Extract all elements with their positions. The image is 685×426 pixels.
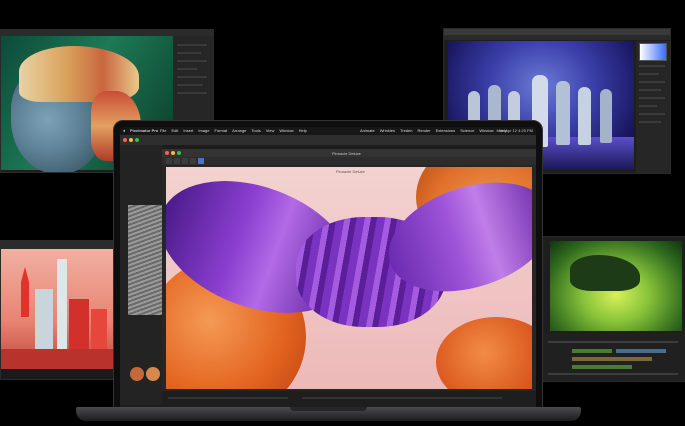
render-window: [0, 240, 116, 380]
menu-science[interactable]: Science: [460, 128, 474, 133]
menu-bar: ● Pixelmator Pro File Edit Insert Image Form…: [120, 127, 536, 135]
vehicle-silhouette: [570, 255, 640, 291]
dancer-figure: [600, 89, 612, 143]
render-window-timeline: [1, 369, 115, 379]
orange-blob: [436, 317, 532, 389]
status-bar: [162, 391, 536, 407]
canvas[interactable]: Pinnacle Deluxe: [166, 167, 532, 389]
laptop-base: [76, 407, 581, 421]
zoom-dot[interactable]: [177, 151, 181, 155]
dancer-figure: [556, 81, 570, 145]
dancer-figure: [578, 87, 591, 145]
menu-animate[interactable]: Animate: [360, 128, 375, 133]
menu-edit[interactable]: Edit: [171, 128, 178, 133]
tower-spire: [21, 267, 29, 317]
menu-file[interactable]: File: [160, 128, 166, 133]
menu-image[interactable]: Image: [198, 128, 209, 133]
laptop: ● Pixelmator Pro File Edit Insert Image Form…: [113, 120, 543, 412]
menu-arrange[interactable]: Arrange: [232, 128, 246, 133]
menu-extensions[interactable]: Extensions: [436, 128, 456, 133]
toolbar: [162, 157, 536, 165]
swatch-thumb[interactable]: [130, 367, 144, 381]
tool-button[interactable]: [174, 158, 180, 164]
menu-tools[interactable]: Tools: [251, 128, 260, 133]
red-dot[interactable]: [123, 138, 127, 142]
document-title: Pinnacle Deluxe: [332, 151, 361, 156]
left-tool-panel: [120, 145, 162, 405]
background-app-window: [120, 135, 536, 145]
video-timeline: [542, 333, 685, 381]
menu-wrinkles[interactable]: Wrinkles: [380, 128, 395, 133]
menu-help[interactable]: Help: [299, 128, 307, 133]
video-viewer: [550, 241, 682, 331]
menu-clock[interactable]: Mon Apr 12 4:25 PM: [497, 128, 533, 133]
menu-render[interactable]: Render: [417, 128, 430, 133]
video-editor-window: [541, 236, 685, 382]
city-render: [1, 249, 115, 369]
apple-icon[interactable]: ●: [123, 128, 125, 133]
minimize-dot[interactable]: [171, 151, 175, 155]
close-dot[interactable]: [165, 151, 169, 155]
yellow-dot[interactable]: [129, 138, 133, 142]
window-titlebar: Pinnacle Deluxe: [162, 149, 536, 157]
render-window-titlebar: [1, 241, 115, 249]
laptop-screen: ● Pixelmator Pro File Edit Insert Image Form…: [120, 127, 536, 407]
canvas-title: Pinnacle Deluxe: [336, 169, 365, 174]
menu-view[interactable]: View: [266, 128, 275, 133]
color-picker-swatch[interactable]: [639, 43, 667, 61]
menu-window-2[interactable]: Window: [479, 128, 493, 133]
menu-insert[interactable]: Insert: [183, 128, 193, 133]
tool-button[interactable]: [198, 158, 204, 164]
green-dot[interactable]: [135, 138, 139, 142]
swatch-thumb[interactable]: [146, 367, 160, 381]
pixelmator-window: Pinnacle Deluxe Pinnacle Deluxe: [162, 149, 536, 407]
tower: [57, 259, 67, 359]
menu-treden[interactable]: Treden: [400, 128, 413, 133]
tool-button[interactable]: [182, 158, 188, 164]
dancers-editor-optionsbar: [444, 35, 670, 40]
sculpt-preview: [128, 205, 162, 315]
app-name[interactable]: Pixelmator Pro: [130, 128, 158, 133]
laptop-lid-notch: [290, 407, 367, 411]
tool-button[interactable]: [190, 158, 196, 164]
dancers-editor-panels: [636, 41, 670, 173]
menu-format[interactable]: Format: [215, 128, 228, 133]
menu-window[interactable]: Window: [279, 128, 293, 133]
city-ground: [1, 349, 115, 369]
tool-button[interactable]: [166, 158, 172, 164]
